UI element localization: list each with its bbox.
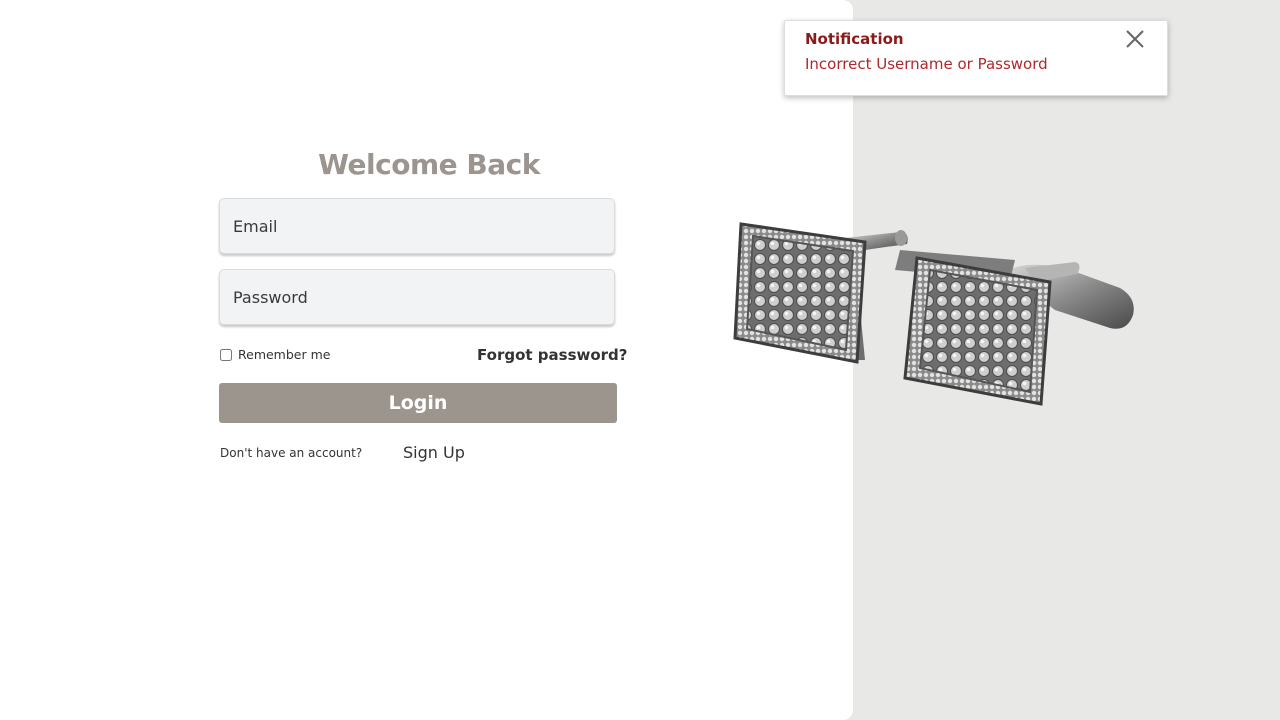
login-button[interactable]: Login <box>219 383 617 423</box>
page-title: Welcome Back <box>318 148 540 181</box>
close-icon[interactable] <box>1123 27 1147 51</box>
sign-up-link[interactable]: Sign Up <box>403 443 465 462</box>
remember-me-label: Remember me <box>238 347 331 362</box>
no-account-text: Don't have an account? <box>220 446 363 460</box>
forgot-password-link[interactable]: Forgot password? <box>477 346 628 364</box>
email-field[interactable] <box>219 198 615 254</box>
remember-me-checkbox[interactable] <box>220 348 232 361</box>
notification-toast: Notification Incorrect Username or Passw… <box>784 20 1168 96</box>
cufflinks-image <box>733 222 1134 406</box>
notification-title: Notification <box>805 30 904 48</box>
notification-message: Incorrect Username or Password <box>805 55 1048 73</box>
remember-me-row[interactable]: Remember me <box>220 347 330 362</box>
password-field[interactable] <box>219 269 615 325</box>
